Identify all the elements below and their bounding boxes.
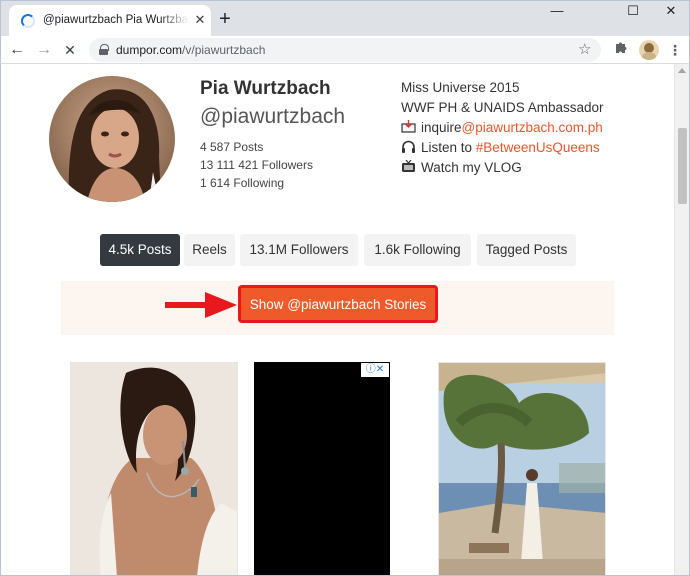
url-host: dumpor.com	[116, 43, 183, 57]
bookmark-star-icon[interactable]: ☆	[578, 41, 591, 59]
tab-posts[interactable]: 4.5k Posts	[100, 234, 180, 266]
hashtag-link[interactable]: #BetweenUsQueens	[476, 140, 600, 155]
bio-watch: Watch my VLOG	[401, 160, 522, 175]
tab-tagged-posts[interactable]: Tagged Posts	[477, 234, 576, 266]
tab-followers[interactable]: 13.1M Followers	[240, 234, 358, 266]
watch-vlog-text: Watch my VLOG	[421, 160, 522, 175]
inquire-email-link[interactable]: @piawurtzbach.com.ph	[462, 120, 603, 135]
following-count: 1 614 Following	[200, 176, 285, 190]
back-button[interactable]: ←	[7, 40, 27, 60]
bio-inquire: inquire@piawurtzbach.com.ph	[401, 120, 603, 135]
maximize-button[interactable]: ☐	[613, 1, 653, 23]
show-stories-button[interactable]: Show @piawurtzbach Stories	[239, 286, 437, 322]
puzzle-icon[interactable]	[611, 40, 631, 60]
vertical-scrollbar[interactable]	[674, 64, 689, 575]
post-thumbnail[interactable]	[70, 362, 238, 575]
tab-reels[interactable]: Reels	[184, 234, 235, 266]
browser-toolbar: ← → ✕ dumpor.com/v/piawurtzbach ☆ ⋮	[0, 36, 690, 64]
minimize-button[interactable]: —	[537, 1, 577, 23]
listen-prefix: Listen to	[421, 140, 476, 155]
scroll-up-arrow-icon[interactable]	[678, 68, 686, 73]
headphones-icon	[402, 140, 415, 153]
bio-line-2: WWF PH & UNAIDS Ambassador	[401, 100, 604, 115]
page-viewport: Pia Wurtzbach @piawurtzbach 4 587 Posts …	[0, 64, 690, 576]
ad-choices-icon[interactable]: ⓘ✕	[361, 363, 389, 377]
tab-following[interactable]: 1.6k Following	[364, 234, 471, 266]
bio-listen: Listen to #BetweenUsQueens	[401, 140, 600, 155]
inquire-prefix: inquire	[421, 120, 462, 135]
red-arrow-annotation-icon	[165, 292, 237, 318]
address-bar[interactable]: dumpor.com/v/piawurtzbach ☆	[89, 38, 601, 62]
menu-kebab-icon[interactable]: ⋮	[665, 40, 685, 60]
tab-title: @piawurtzbach Pia Wurtzbach Instagram	[43, 14, 189, 26]
followers-count: 13 111 421 Followers	[200, 158, 313, 172]
scrollbar-thumb[interactable]	[678, 128, 687, 204]
url-path: /v/piawurtzbach	[182, 43, 266, 57]
profile-avatar-icon[interactable]	[639, 40, 659, 60]
browser-tab[interactable]: @piawurtzbach Pia Wurtzbach Instagram ✕	[9, 5, 211, 37]
url-text[interactable]: dumpor.com/v/piawurtzbach	[116, 43, 265, 57]
profile-name: Pia Wurtzbach	[200, 78, 331, 99]
profile-avatar	[49, 76, 175, 202]
loading-spinner-icon	[21, 14, 35, 28]
stop-loading-button[interactable]: ✕	[60, 40, 80, 60]
profile-handle: @piawurtzbach	[200, 105, 346, 128]
inbox-tray-icon	[401, 120, 416, 133]
post-thumbnail[interactable]	[438, 362, 606, 575]
new-tab-button[interactable]: +	[216, 9, 234, 29]
browser-tab-strip: @piawurtzbach Pia Wurtzbach Instagram ✕ …	[0, 0, 690, 37]
television-icon	[402, 160, 415, 172]
forward-button[interactable]: →	[34, 40, 54, 60]
lock-icon[interactable]	[99, 44, 109, 55]
posts-count: 4 587 Posts	[200, 140, 264, 154]
bio-line-1: Miss Universe 2015	[401, 80, 520, 95]
ad-slot[interactable]: ⓘ✕	[254, 362, 390, 575]
close-window-button[interactable]: ✕	[651, 1, 690, 23]
tab-close-icon[interactable]: ✕	[193, 13, 207, 27]
